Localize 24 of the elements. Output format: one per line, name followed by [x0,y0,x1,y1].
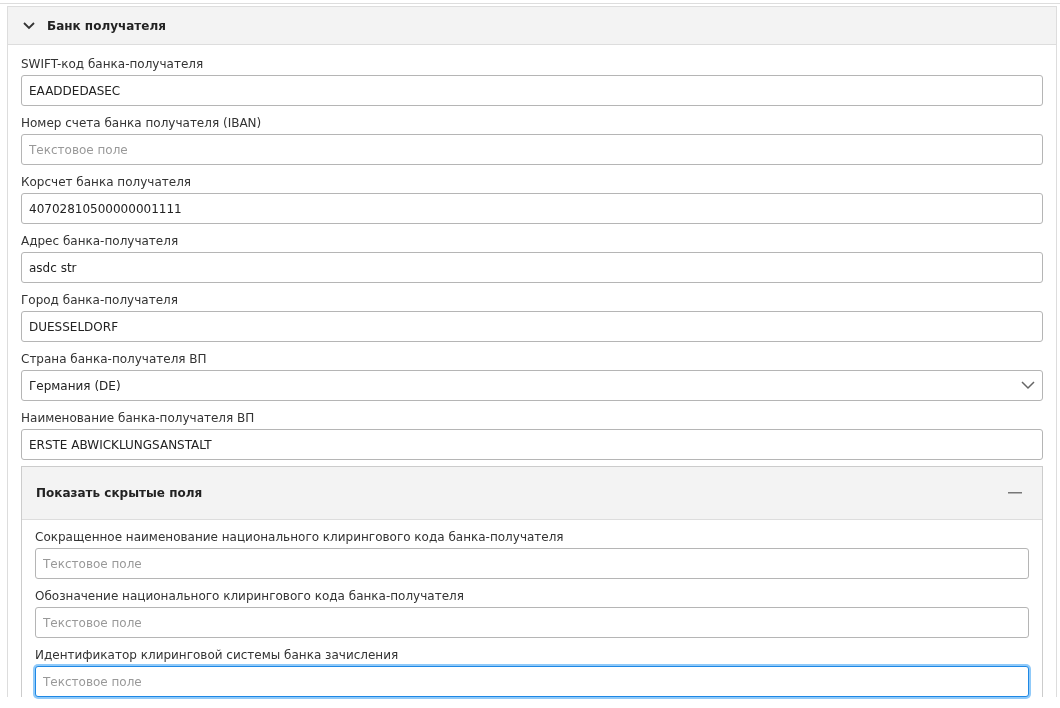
text-field[interactable]: DUESSELDORF [21,311,1043,342]
chevron-icon [23,21,35,30]
field-label: SWIFT-код банка-получателя [21,56,205,73]
field-label: Страна банка-получателя ВП [21,351,208,368]
field-label: Сокращенное наименование национального клирингового кода банка-получателя [35,529,565,546]
field-label: Идентификатор клиринговой системы банка зачисления [35,647,400,664]
country-dropdown[interactable]: Германия (DE) [21,370,1043,401]
text-field[interactable]: EAADDEDASEC [21,75,1043,106]
text-field[interactable]: Текстовое поле [21,134,1043,165]
text-field[interactable]: asdc str [21,252,1043,283]
field-label: Обозначение национального клирингового кода банка-получателя [35,588,465,605]
text-field[interactable]: Текстовое поле [35,666,1029,697]
chevron-down-icon [1021,381,1035,390]
field-label: Наименование банка-получателя ВП [21,410,256,427]
text-field[interactable]: Текстовое поле [35,548,1029,579]
text-field[interactable]: ERSTE ABWICKLUNGSANSTALT [21,429,1043,460]
field-label: Адрес банка-получателя [21,233,180,250]
hidden-fields-header[interactable]: Показать скрытые поля [22,467,1042,520]
section-header[interactable]: Банк получателя [8,7,1056,45]
field-label: Номер счета банка получателя (IBAN) [21,115,263,132]
field-label: Город банка-получателя [21,292,179,309]
field-label: Корсчет банка получателя [21,174,193,191]
text-field[interactable]: Текстовое поле [35,607,1029,638]
text-field[interactable]: 40702810500000001111 [21,193,1043,224]
